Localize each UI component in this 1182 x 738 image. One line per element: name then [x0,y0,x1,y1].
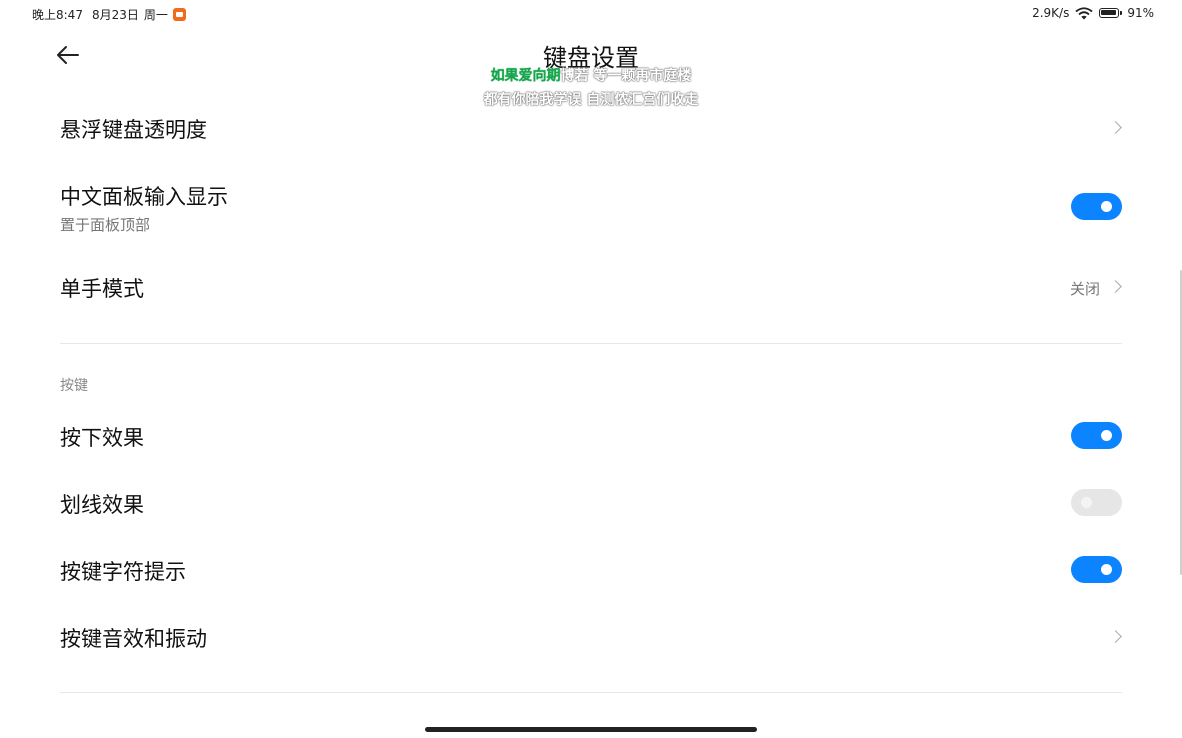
screen-record-icon [172,8,186,21]
setting-one-hand-mode[interactable]: 单手模式 关闭 [60,273,1122,303]
setting-label: 按下效果 [60,426,144,450]
wifi-icon [1075,6,1093,19]
status-right: 2.9K/s 91% [1032,6,1154,20]
toggle-knob [1081,497,1092,508]
floating-lyrics-line-2: 都有你陪我学误 自测侬汇宫们收走 [483,92,699,108]
section-divider [60,692,1122,693]
battery-level: 91% [1127,6,1154,20]
press-effect-toggle[interactable] [1071,422,1122,449]
keyboard-settings-screen: 晚上8:47 8月23日 周一 2.9K/s 91% 键盘设置 如果爱向期博若 … [0,0,1182,738]
floating-lyrics-line-1: 如果爱向期博若 等一颗再市庭楼 [0,65,1182,85]
network-speed: 2.9K/s [1032,6,1070,20]
status-date: 8月23日 [91,8,139,22]
home-indicator[interactable] [425,727,757,732]
setting-press-effect[interactable]: 按下效果 [60,422,1122,452]
toggle-knob [1101,564,1112,575]
battery-icon [1099,8,1123,18]
cn-panel-display-toggle[interactable] [1071,193,1122,220]
setting-label: 悬浮键盘透明度 [60,118,207,142]
key-char-hint-toggle[interactable] [1071,556,1122,583]
setting-label: 中文面板输入显示 [60,185,228,209]
lyrics-rest: 博若 等一颗再市庭楼 [560,68,692,84]
status-left: 晚上8:47 8月23日 周一 [32,6,186,23]
section-divider [60,343,1122,344]
status-time: 晚上8:47 [32,8,83,22]
setting-swipe-effect[interactable]: 划线效果 [60,489,1122,519]
setting-label: 单手模式 [60,277,144,301]
setting-label: 划线效果 [60,493,144,517]
section-header-keys: 按键 [60,378,88,394]
status-weekday: 周一 [143,8,168,22]
setting-floating-opacity[interactable]: 悬浮键盘透明度 [60,114,1122,144]
setting-cn-panel-display[interactable]: 中文面板输入显示 置于面板顶部 [60,181,1122,237]
swipe-effect-toggle[interactable] [1071,489,1122,516]
setting-key-char-hint[interactable]: 按键字符提示 [60,556,1122,586]
setting-label: 按键字符提示 [60,560,186,584]
setting-key-sound-vibration[interactable]: 按键音效和振动 [60,623,1122,653]
status-bar: 晚上8:47 8月23日 周一 2.9K/s 91% [0,0,1182,28]
lyrics-highlight: 如果爱向期 [490,68,561,84]
setting-label: 按键音效和振动 [60,627,207,651]
setting-subtitle: 置于面板顶部 [60,216,151,234]
toggle-knob [1101,201,1112,212]
toggle-knob [1101,430,1112,441]
setting-value: 关闭 [1069,280,1100,298]
